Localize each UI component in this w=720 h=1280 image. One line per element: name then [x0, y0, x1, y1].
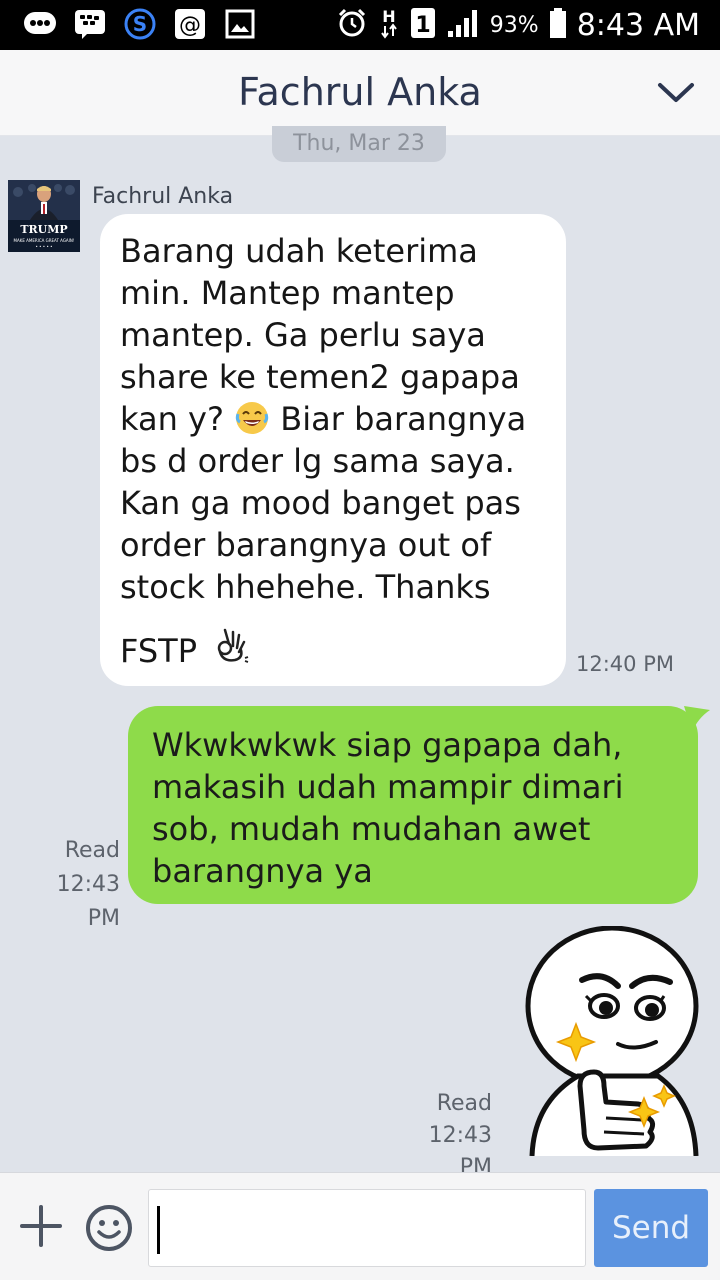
send-button[interactable]: Send [594, 1189, 708, 1267]
svg-text:• • • • •: • • • • • [36, 244, 53, 249]
notification-icons: S @ [22, 8, 258, 40]
svg-text:1: 1 [415, 13, 430, 38]
system-status: H 1 93% 8:43 AM [336, 6, 700, 44]
signature-line: FSTP [120, 626, 546, 676]
ok-hand-icon [211, 626, 251, 676]
chat-header: Fachrul Anka [0, 50, 720, 136]
svg-text:TRUMP: TRUMP [20, 223, 67, 236]
svg-text:S: S [133, 12, 147, 36]
thumbs-up-sticker[interactable] [508, 925, 704, 1157]
messenger-icon [22, 8, 58, 40]
status-bar: S @ H 1 93% 8:43 AM [0, 0, 720, 50]
plus-icon[interactable] [18, 1203, 64, 1249]
message-input-bar: Send [0, 1172, 720, 1280]
emoji-icon[interactable] [84, 1203, 134, 1253]
sender-name: Fachrul Anka [92, 184, 234, 209]
laughing-tears-emoji-icon [234, 400, 270, 438]
gallery-icon [222, 8, 258, 40]
battery-percent: 93% [489, 12, 539, 38]
read-status: Read [436, 1091, 492, 1116]
sim-1-icon: 1 [410, 6, 436, 44]
message-input[interactable] [148, 1189, 586, 1267]
sticker-read-receipt: Read 12:43 PM [390, 1088, 492, 1184]
h-signal-icon: H [378, 6, 400, 44]
text-cursor [157, 1206, 160, 1254]
battery-icon [549, 7, 567, 43]
svg-text:MAKE AMERICA GREAT AGAIN!: MAKE AMERICA GREAT AGAIN! [14, 238, 75, 243]
incoming-message-text: Barang udah keterima min. Mantep mantep … [120, 230, 546, 608]
clock: 8:43 AM [576, 7, 700, 43]
read-status: Read [64, 838, 120, 863]
chevron-down-icon[interactable] [656, 76, 696, 108]
s-icon: S [122, 8, 158, 40]
bbm-icon [72, 8, 108, 40]
signal-icon [446, 7, 480, 43]
incoming-message-bubble[interactable]: Barang udah keterima min. Mantep mantep … [100, 214, 566, 686]
alarm-icon [336, 7, 368, 43]
avatar[interactable]: TRUMP MAKE AMERICA GREAT AGAIN! • • • • … [8, 180, 80, 252]
chat-title[interactable]: Fachrul Anka [0, 70, 720, 114]
outgoing-timestamp: 12:43 PM [56, 872, 120, 931]
outgoing-read-receipt: Read 12:43 PM [20, 834, 120, 936]
svg-text:@: @ [179, 13, 201, 38]
outgoing-message-bubble[interactable]: Wkwkwkwk siap gapapa dah, makasih udah m… [128, 706, 698, 904]
date-separator: Thu, Mar 23 [272, 126, 446, 162]
at-icon: @ [172, 8, 208, 40]
incoming-timestamp: 12:40 PM [576, 652, 674, 676]
bubble-tail [684, 706, 710, 732]
signature-text: FSTP [120, 632, 197, 670]
svg-text:H: H [382, 7, 395, 26]
outgoing-message-text: Wkwkwkwk siap gapapa dah, makasih udah m… [152, 726, 624, 890]
